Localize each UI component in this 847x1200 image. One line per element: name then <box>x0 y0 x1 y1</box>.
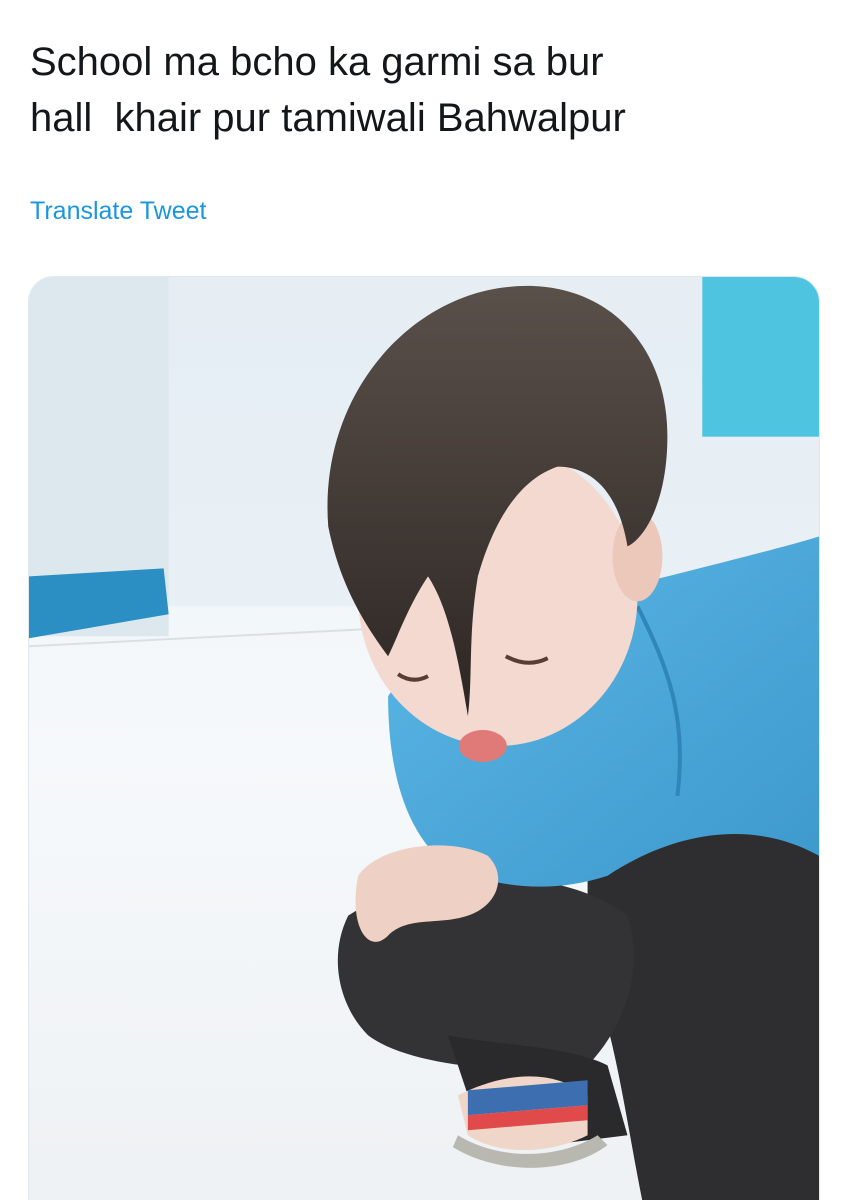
photo-illustration <box>29 277 819 1200</box>
translate-tweet-link[interactable]: Translate Tweet <box>30 195 206 227</box>
tweet-text: School ma bcho ka garmi sa bur hall khai… <box>30 40 626 140</box>
tweet-photo[interactable] <box>28 276 820 1200</box>
blue-door <box>702 277 819 437</box>
tweet-screenshot: School ma bcho ka garmi sa bur hall khai… <box>0 0 847 1200</box>
lips <box>458 730 507 762</box>
